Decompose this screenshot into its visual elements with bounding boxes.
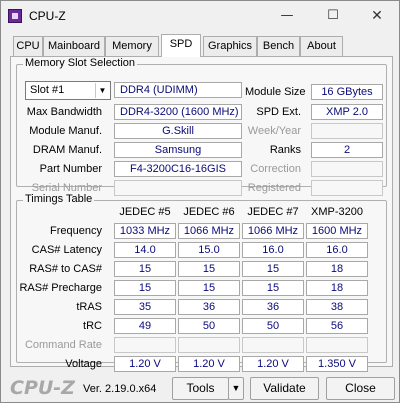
module-size-field: 16 GBytes — [311, 84, 383, 100]
timings-cell: 1.20 V — [114, 356, 176, 372]
timings-row-label: Frequency — [50, 225, 102, 237]
cpuz-window: CPU-Z — ☐ ✕ CPU Mainboard Memory SPD Gra… — [0, 0, 400, 403]
ranks-label: Ranks — [269, 144, 301, 156]
timings-cell: 18 — [306, 280, 368, 296]
tools-dropdown-chevron-down-icon[interactable]: ▼ — [228, 377, 244, 400]
timings-cell — [306, 337, 368, 353]
timings-cell: 38 — [306, 299, 368, 315]
tab-bench[interactable]: Bench — [257, 36, 300, 56]
timings-cell: 1600 MHz — [306, 223, 368, 239]
timings-col-header: XMP-3200 — [311, 206, 363, 218]
tab-bar: CPU Mainboard Memory SPD Graphics Bench … — [13, 34, 393, 57]
maximize-button[interactable]: ☐ — [311, 5, 355, 27]
timings-cell: 49 — [114, 318, 176, 334]
correction-field — [311, 161, 383, 177]
timings-row-label: Voltage — [65, 358, 102, 370]
timings-cell: 56 — [306, 318, 368, 334]
timings-cell: 14.0 — [114, 242, 176, 258]
timings-cell: 15 — [242, 261, 304, 277]
timings-cell: 1066 MHz — [242, 223, 304, 239]
window-title: CPU-Z — [29, 9, 66, 23]
module-manuf-label: Module Manuf. — [29, 125, 102, 137]
timings-cell: 15 — [114, 280, 176, 296]
close-button[interactable]: Close — [326, 377, 395, 400]
spd-ext-label: SPD Ext. — [256, 106, 301, 118]
timings-cell: 18 — [306, 261, 368, 277]
timings-cell: 15 — [242, 280, 304, 296]
version-label: Ver. 2.19.0.x64 — [83, 383, 157, 395]
timings-row-label: RAS# Precharge — [19, 282, 102, 294]
timings-cell: 15 — [178, 280, 240, 296]
timings-row-label: CAS# Latency — [31, 244, 102, 256]
timings-cell — [242, 337, 304, 353]
part-number-label: Part Number — [39, 163, 102, 175]
slot-select[interactable]: Slot #1 ▼ — [25, 81, 111, 100]
validate-button[interactable]: Validate — [250, 377, 319, 400]
correction-label: Correction — [250, 163, 301, 175]
timings-row-label: RAS# to CAS# — [29, 263, 102, 275]
timings-cell: 1.350 V — [306, 356, 368, 372]
timings-row-label: tRAS — [76, 301, 102, 313]
timings-cell: 15 — [114, 261, 176, 277]
max-bandwidth-label: Max Bandwidth — [26, 106, 102, 118]
timings-group: Timings Table JEDEC #5 JEDEC #6 JEDEC #7… — [16, 193, 387, 372]
timings-cell: 1.20 V — [178, 356, 240, 372]
timings-cell: 15.0 — [178, 242, 240, 258]
memory-type-field: DDR4 (UDIMM) — [114, 82, 242, 98]
dram-manuf-label: DRAM Manuf. — [32, 144, 102, 156]
week-year-field — [311, 123, 383, 139]
timings-cell: 50 — [178, 318, 240, 334]
spd-panel: Memory Slot Selection Slot #1 ▼ DDR4 (UD… — [10, 56, 393, 372]
timings-cell: 16.0 — [242, 242, 304, 258]
timings-cell — [178, 337, 240, 353]
module-manuf-field: G.Skill — [114, 123, 242, 139]
timings-col-header: JEDEC #7 — [247, 206, 299, 218]
part-number-field: F4-3200C16-16GIS — [114, 161, 242, 177]
dram-manuf-field: Samsung — [114, 142, 242, 158]
registered-field — [311, 180, 383, 196]
module-size-label: Module Size — [245, 86, 306, 98]
week-year-label: Week/Year — [247, 125, 301, 137]
minimize-button[interactable]: — — [265, 5, 309, 27]
timings-cell: 35 — [114, 299, 176, 315]
max-bandwidth-field: DDR4-3200 (1600 MHz) — [114, 104, 242, 120]
timings-col-header: JEDEC #5 — [119, 206, 171, 218]
timings-cell: 1.20 V — [242, 356, 304, 372]
memory-slot-group: Memory Slot Selection Slot #1 ▼ DDR4 (UD… — [16, 57, 387, 196]
timings-cell: 1033 MHz — [114, 223, 176, 239]
timings-group-title: Timings Table — [23, 193, 95, 205]
bottom-bar: CPU-Z Ver. 2.19.0.x64 Tools ▼ Validate C… — [1, 373, 399, 403]
ranks-field: 2 — [311, 142, 383, 158]
timings-col-header: JEDEC #6 — [183, 206, 235, 218]
timings-row-label: tRC — [83, 320, 102, 332]
cpuz-logo: CPU-Z — [10, 377, 75, 399]
tab-about[interactable]: About — [300, 36, 343, 56]
timings-cell: 16.0 — [306, 242, 368, 258]
chevron-down-icon[interactable]: ▼ — [95, 83, 109, 98]
timings-cell: 50 — [242, 318, 304, 334]
timings-cell: 36 — [178, 299, 240, 315]
serial-number-field — [114, 180, 242, 196]
tools-button[interactable]: Tools — [172, 377, 229, 400]
tab-spd[interactable]: SPD — [161, 34, 201, 57]
cpuz-app-icon — [8, 9, 22, 23]
memory-slot-group-title: Memory Slot Selection — [23, 57, 138, 69]
timings-cell: 36 — [242, 299, 304, 315]
tab-mainboard[interactable]: Mainboard — [43, 36, 105, 56]
close-window-button[interactable]: ✕ — [355, 5, 399, 27]
spd-ext-field: XMP 2.0 — [311, 104, 383, 120]
tab-cpu[interactable]: CPU — [13, 36, 43, 56]
tab-memory[interactable]: Memory — [105, 36, 159, 56]
timings-row-label: Command Rate — [24, 339, 102, 351]
tab-graphics[interactable]: Graphics — [203, 36, 257, 56]
title-bar[interactable]: CPU-Z — ☐ ✕ — [1, 1, 399, 31]
registered-label: Registered — [247, 182, 301, 194]
timings-cell: 15 — [178, 261, 240, 277]
slot-select-value: Slot #1 — [30, 84, 65, 96]
timings-cell: 1066 MHz — [178, 223, 240, 239]
timings-cell — [114, 337, 176, 353]
